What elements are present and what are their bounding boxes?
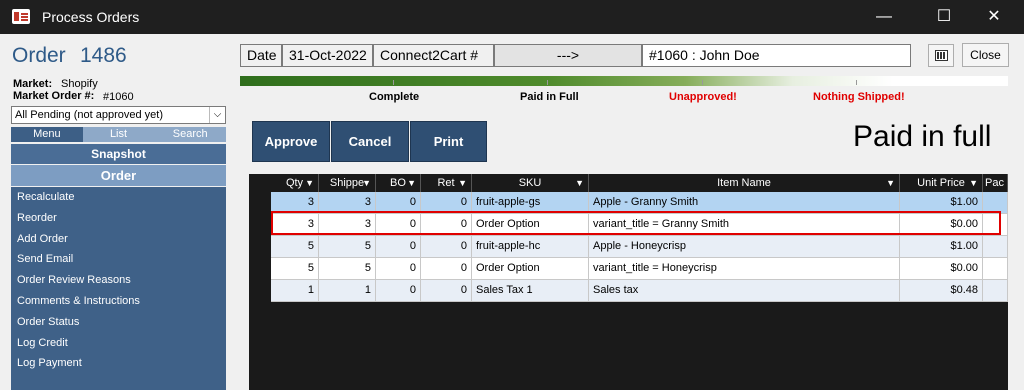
progress-step-nothing-shipped: Nothing Shipped!	[813, 91, 905, 103]
left-panel: Order 1486 Market: Shopify Market Order …	[0, 34, 240, 390]
payment-status-title: Paid in full	[853, 120, 992, 153]
market-value: Shopify	[61, 78, 98, 90]
market-order-label: Market Order #:	[13, 90, 95, 102]
menu-item-recalculate[interactable]: Recalculate	[11, 187, 226, 208]
window-title: Process Orders	[42, 9, 140, 25]
filter-dropdown-icon[interactable]: ▼	[362, 174, 371, 192]
menu-item-reorder[interactable]: Reorder	[11, 208, 226, 229]
customer-field[interactable]: #1060 : John Doe	[642, 44, 911, 67]
panel-tabs: Menu List Search	[11, 127, 227, 142]
cancel-button[interactable]: Cancel	[331, 121, 409, 162]
menu-item-order-status[interactable]: Order Status	[11, 312, 226, 333]
approve-button[interactable]: Approve	[252, 121, 330, 162]
chevron-down-icon[interactable]: ⌵	[209, 107, 225, 123]
order-label: Order	[12, 44, 66, 67]
filter-dropdown-icon[interactable]: ▼	[969, 174, 978, 192]
calculator-button[interactable]	[928, 44, 954, 67]
table-row[interactable]: 1 1 0 0 Sales Tax 1 Sales tax $0.48	[271, 280, 1008, 302]
connect2cart-link[interactable]: --->	[494, 44, 642, 67]
status-filter-value: All Pending (not approved yet)	[15, 109, 163, 121]
column-header-shipped[interactable]: Shippe ▼	[319, 174, 376, 192]
date-label: Date	[240, 44, 282, 67]
highlight-annotation	[271, 211, 1001, 235]
filter-dropdown-icon[interactable]: ▼	[407, 174, 416, 192]
connect2cart-label: Connect2Cart #	[373, 44, 494, 67]
snapshot-header[interactable]: Snapshot	[11, 144, 226, 164]
minimize-button[interactable]: —	[862, 4, 906, 30]
column-header-ret[interactable]: Ret ▼	[421, 174, 472, 192]
progress-tick	[547, 80, 548, 85]
filter-dropdown-icon[interactable]: ▼	[886, 174, 895, 192]
filter-dropdown-icon[interactable]: ▼	[305, 174, 314, 192]
menu-item-add-order[interactable]: Add Order	[11, 229, 226, 250]
menu-item-comments-instructions[interactable]: Comments & Instructions	[11, 291, 226, 312]
menu-item-order-review-reasons[interactable]: Order Review Reasons	[11, 270, 226, 291]
maximize-button[interactable]: ☐	[922, 4, 966, 30]
progress-tick	[856, 80, 857, 85]
window-titlebar: Process Orders — ☐ ✕	[0, 0, 1024, 34]
tab-list[interactable]: List	[82, 127, 155, 142]
table-row[interactable]: 5 5 0 0 Order Option variant_title = Hon…	[271, 258, 1008, 280]
filter-dropdown-icon[interactable]: ▼	[575, 174, 584, 192]
progress-step-complete: Complete	[369, 91, 420, 103]
order-lines-grid: Qty ▼ Shippe ▼ BO ▼ Ret ▼ SKU ▼ Item Name ▼ Un…	[249, 174, 1008, 390]
print-button[interactable]: Print	[410, 121, 487, 162]
market-label: Market:	[13, 78, 53, 90]
column-header-sku[interactable]: SKU ▼	[472, 174, 589, 192]
order-menu: Recalculate Reorder Add Order Send Email…	[11, 187, 226, 390]
filter-dropdown-icon[interactable]: ▼	[458, 174, 467, 192]
app-icon	[12, 9, 30, 24]
tab-search[interactable]: Search	[154, 127, 227, 142]
row-selector-column[interactable]	[249, 174, 271, 390]
menu-item-log-credit[interactable]: Log Credit	[11, 333, 226, 354]
progress-tick	[393, 80, 394, 85]
table-row[interactable]: 5 5 0 0 fruit-apple-hc Apple - Honeycris…	[271, 236, 1008, 258]
progress-tick	[702, 80, 703, 85]
status-filter-select[interactable]: All Pending (not approved yet) ⌵	[11, 106, 226, 124]
menu-item-log-payment[interactable]: Log Payment	[11, 353, 226, 374]
close-button[interactable]: Close	[962, 43, 1009, 67]
date-value: 31-Oct-2022	[282, 44, 373, 67]
order-number: 1486	[80, 44, 127, 67]
column-header-pac[interactable]: Pac	[983, 174, 1008, 192]
progress-step-unapproved: Unapproved!	[669, 91, 737, 103]
calculator-icon	[935, 50, 948, 61]
column-header-bo[interactable]: BO ▼	[376, 174, 421, 192]
column-header-unit-price[interactable]: Unit Price ▼	[900, 174, 983, 192]
progress-step-paid-in-full: Paid in Full	[520, 91, 579, 103]
order-progress-bar	[240, 76, 1008, 86]
market-order-value: #1060	[103, 91, 134, 103]
tab-menu[interactable]: Menu	[11, 127, 83, 142]
column-header-item-name[interactable]: Item Name ▼	[589, 174, 900, 192]
window-close-button[interactable]: ✕	[972, 4, 1016, 30]
menu-item-send-email[interactable]: Send Email	[11, 249, 226, 270]
column-header-qty[interactable]: Qty ▼	[271, 174, 319, 192]
order-section-header[interactable]: Order	[11, 165, 226, 186]
